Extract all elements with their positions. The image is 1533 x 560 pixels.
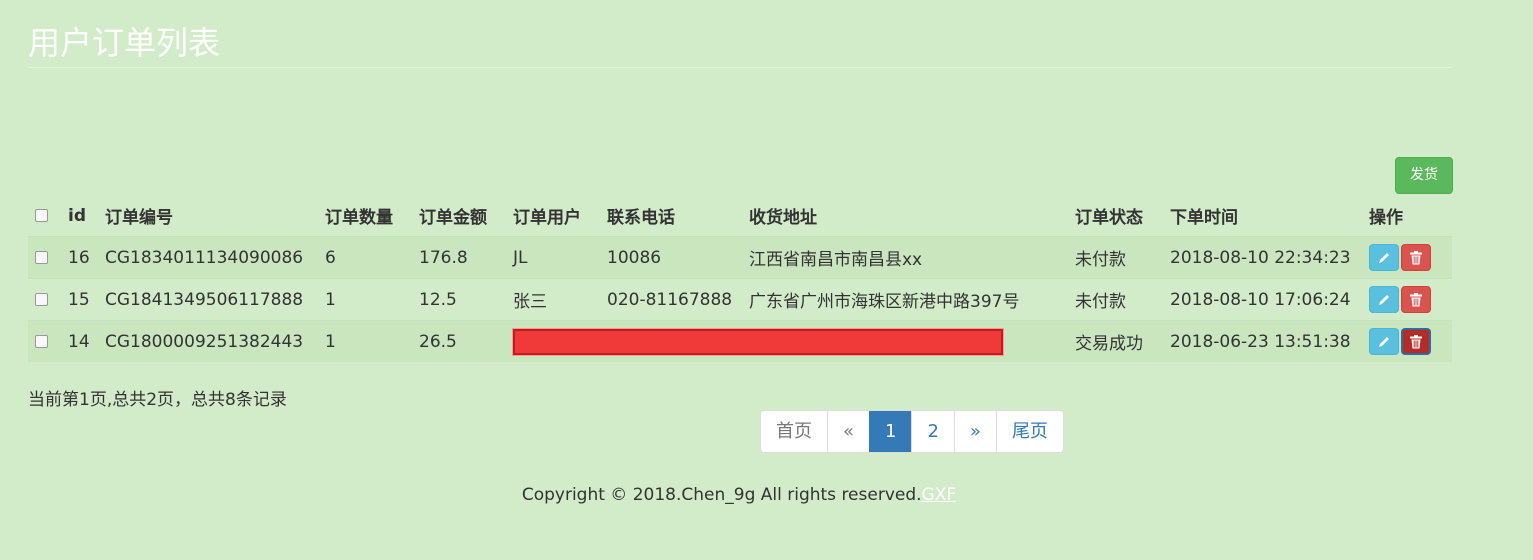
header-amount: 订单金额 <box>419 208 487 228</box>
next-page-link[interactable]: » <box>953 411 996 452</box>
cell-id: 16 <box>61 236 98 279</box>
cell-order-no: CG1841349506117888 <box>98 278 318 321</box>
last-page-link[interactable]: 尾页 <box>995 411 1063 452</box>
prev-page-link[interactable]: « <box>827 411 869 452</box>
cell-user: JL <box>506 236 600 279</box>
header-time: 下单时间 <box>1170 208 1238 228</box>
orders-table: id 订单编号 订单数量 订单金额 订单用户 联系电话 收货地址 订单状态 下单… <box>28 195 1452 362</box>
edit-button[interactable] <box>1369 286 1399 313</box>
header-order-no: 订单编号 <box>105 208 173 228</box>
page-summary: 当前第1页,总共2页，总共8条记录 <box>28 390 287 410</box>
row-checkbox[interactable] <box>35 293 48 306</box>
cell-amount: 176.8 <box>412 236 506 279</box>
page-title: 用户订单列表 <box>28 24 221 62</box>
header-phone: 联系电话 <box>607 208 675 228</box>
title-divider <box>28 67 1452 68</box>
cell-address: 江西省南昌市南昌县xx <box>742 236 1068 279</box>
table-row: 16 CG1834011134090086 6 176.8 JL 10086 江… <box>28 236 1452 279</box>
page-2-link[interactable]: 2 <box>911 411 953 452</box>
table-header-row: id 订单编号 订单数量 订单金额 订单用户 联系电话 收货地址 订单状态 下单… <box>28 195 1452 237</box>
cell-amount: 12.5 <box>412 278 506 321</box>
cell-id: 14 <box>61 320 98 362</box>
cell-time: 2018-08-10 17:06:24 <box>1163 278 1362 321</box>
cell-time: 2018-06-23 13:51:38 <box>1163 320 1362 362</box>
header-user: 订单用户 <box>513 208 581 228</box>
edit-button[interactable] <box>1369 244 1399 271</box>
cell-qty: 1 <box>318 278 412 321</box>
row-checkbox[interactable] <box>35 251 48 264</box>
trash-icon <box>1410 292 1422 306</box>
cell-qty: 1 <box>318 320 412 362</box>
header-address: 收货地址 <box>749 208 817 228</box>
edit-button[interactable] <box>1369 328 1399 355</box>
header-actions: 操作 <box>1369 208 1403 228</box>
cell-status: 未付款 <box>1068 278 1163 321</box>
cell-user: 张三 <box>506 278 600 321</box>
cell-amount: 26.5 <box>412 320 506 362</box>
pencil-icon <box>1379 294 1389 305</box>
pagination: 首页 « 1 2 » 尾页 <box>760 410 1064 453</box>
cell-phone: 10086 <box>600 236 742 279</box>
header-qty: 订单数量 <box>325 208 393 228</box>
delete-button[interactable] <box>1401 286 1431 313</box>
cell-status: 交易成功 <box>1068 320 1163 362</box>
cell-address: 广东省广州市海珠区新港中路397号 <box>742 278 1068 321</box>
delete-button[interactable] <box>1401 244 1431 271</box>
select-all-checkbox[interactable] <box>35 209 48 222</box>
page-1-link[interactable]: 1 <box>869 411 912 452</box>
header-id: id <box>68 205 86 226</box>
cell-order-no: CG1800009251382443 <box>98 320 318 362</box>
cell-qty: 6 <box>318 236 412 279</box>
header-status: 订单状态 <box>1075 208 1143 228</box>
redacted-region <box>512 327 1004 356</box>
cell-order-no: CG1834011134090086 <box>98 236 318 279</box>
first-page-link[interactable]: 首页 <box>761 411 827 452</box>
ship-button[interactable]: 发货 <box>1395 157 1453 194</box>
cell-id: 15 <box>61 278 98 321</box>
row-checkbox[interactable] <box>35 335 48 348</box>
pencil-icon <box>1379 252 1389 263</box>
delete-button[interactable] <box>1401 328 1431 355</box>
table-row: 15 CG1841349506117888 1 12.5 张三 020-8116… <box>28 278 1452 321</box>
trash-icon <box>1410 250 1422 264</box>
copyright-text: Copyright © 2018.Chen_9g All rights rese… <box>521 485 922 505</box>
footer: Copyright © 2018.Chen_9g All rights rese… <box>0 485 1478 505</box>
cell-time: 2018-08-10 22:34:23 <box>1163 236 1362 279</box>
cell-phone: 020-81167888 <box>600 278 742 321</box>
cell-status: 未付款 <box>1068 236 1163 279</box>
trash-icon <box>1410 334 1422 348</box>
pencil-icon <box>1379 336 1389 347</box>
table-row: 14 CG1800009251382443 1 26.5 交易成功 2018-0… <box>28 320 1452 362</box>
footer-link[interactable]: GXF <box>922 485 957 505</box>
